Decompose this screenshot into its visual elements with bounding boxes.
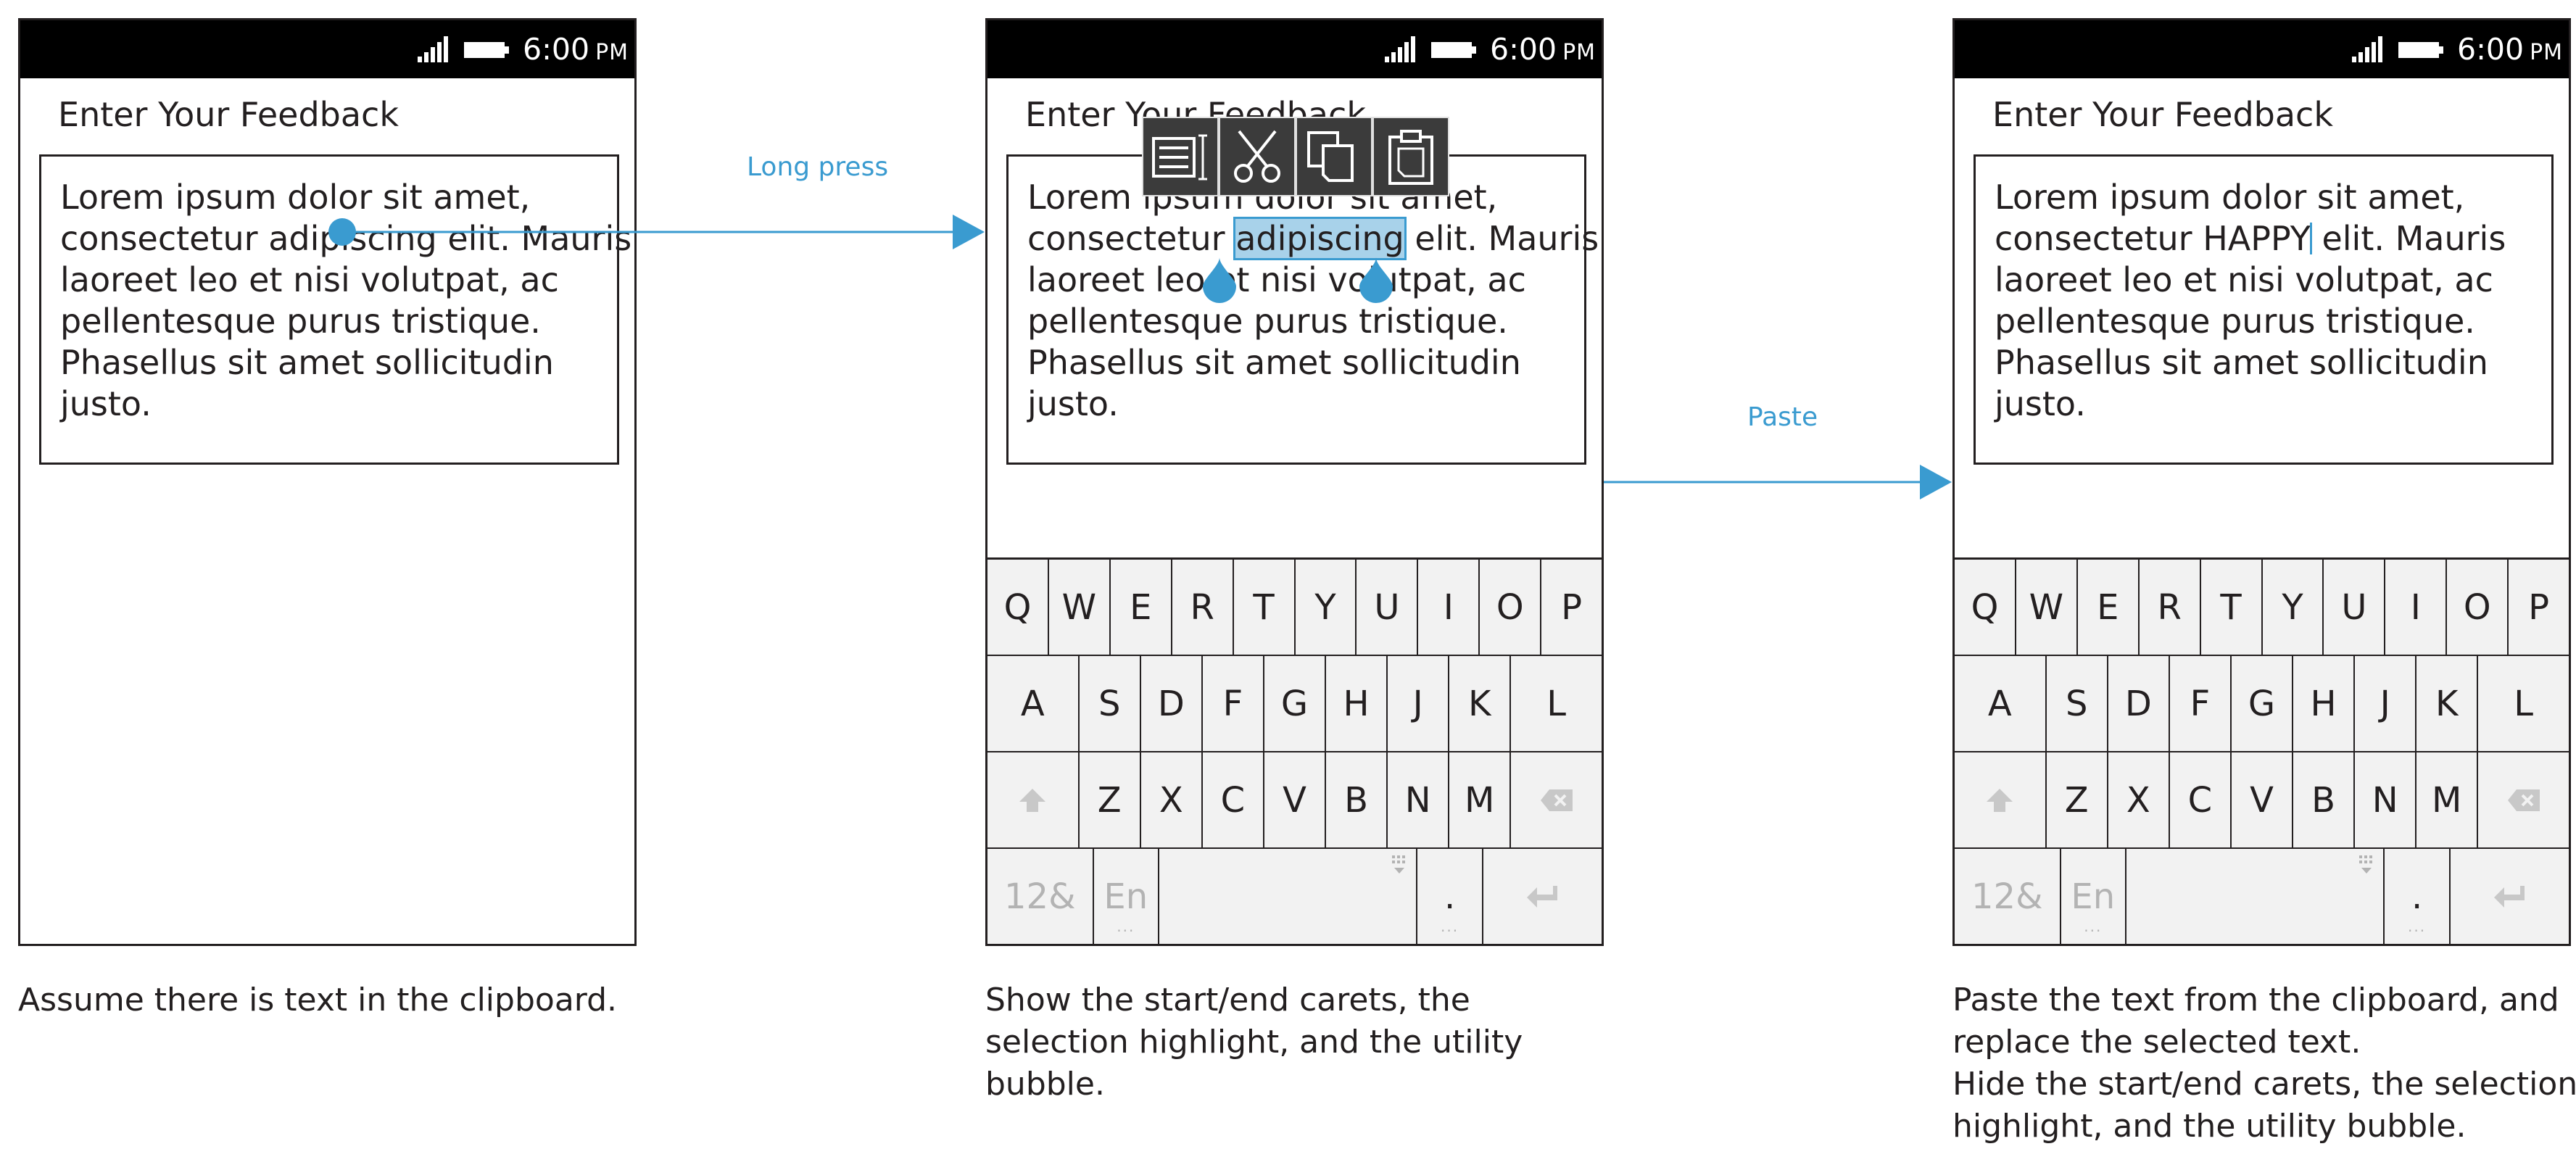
paste-label: Paste — [1747, 402, 1818, 432]
paste-arrowhead — [1920, 465, 1952, 499]
caption-step-2: Show the start/end carets, the selection… — [985, 982, 1523, 1103]
flow-arrows — [328, 215, 1952, 499]
long-press-label: Long press — [747, 152, 889, 182]
caption-step-3: Paste the text from the clipboard, and r… — [1952, 982, 2576, 1145]
caption-step-1: Assume there is text in the clipboard. — [18, 982, 618, 1019]
long-press-arrowhead — [953, 215, 985, 249]
